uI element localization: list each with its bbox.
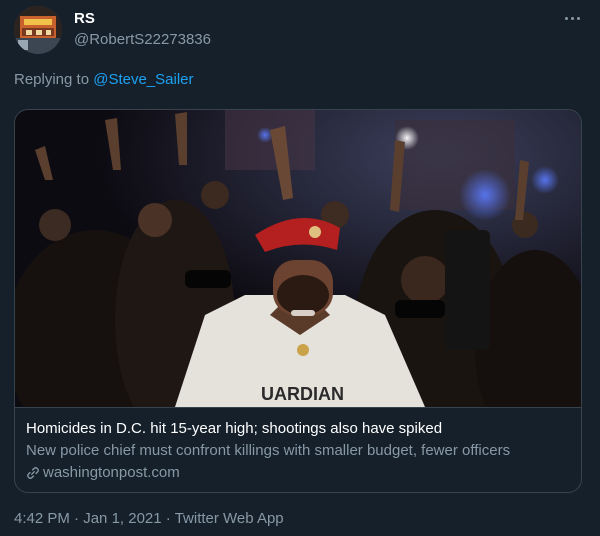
link-card[interactable]: UARDIAN Homicides in D.C. hit 15-year hi… [14,109,582,493]
meta-separator: · [161,510,175,527]
mention-link[interactable]: @Steve_Sailer [93,71,193,88]
avatar-image [14,6,62,54]
author-name[interactable]: RS [74,10,95,27]
card-domain: washingtonpost.com [26,464,180,481]
card-description: New police chief must confront killings … [26,442,511,459]
tweet: RS @RobertS22273836 Replying to @Steve_S… [0,0,600,536]
card-image: UARDIAN [15,110,581,407]
card-title: Homicides in D.C. hit 15-year high; shoo… [26,420,443,437]
tweet-source-app[interactable]: Twitter Web App [175,510,284,527]
avatar[interactable] [14,6,62,54]
meta-separator: · [69,510,84,527]
more-horizontal-icon[interactable] [560,10,584,26]
author-handle[interactable]: @RobertS22273836 [74,31,211,48]
card-text: Homicides in D.C. hit 15-year high; shoo… [15,407,581,492]
replying-to-label: Replying to [14,71,94,88]
tweet-date[interactable]: Jan 1, 2021 [83,510,161,527]
card-domain-text: washingtonpost.com [43,464,180,481]
link-icon [27,466,39,479]
shirt-text: UARDIAN [261,384,344,404]
tweet-meta: 4:42 PM · Jan 1, 2021 · Twitter Web App [14,510,284,527]
tweet-time[interactable]: 4:42 PM [14,510,70,527]
replying-to: Replying to @Steve_Sailer [14,71,194,88]
